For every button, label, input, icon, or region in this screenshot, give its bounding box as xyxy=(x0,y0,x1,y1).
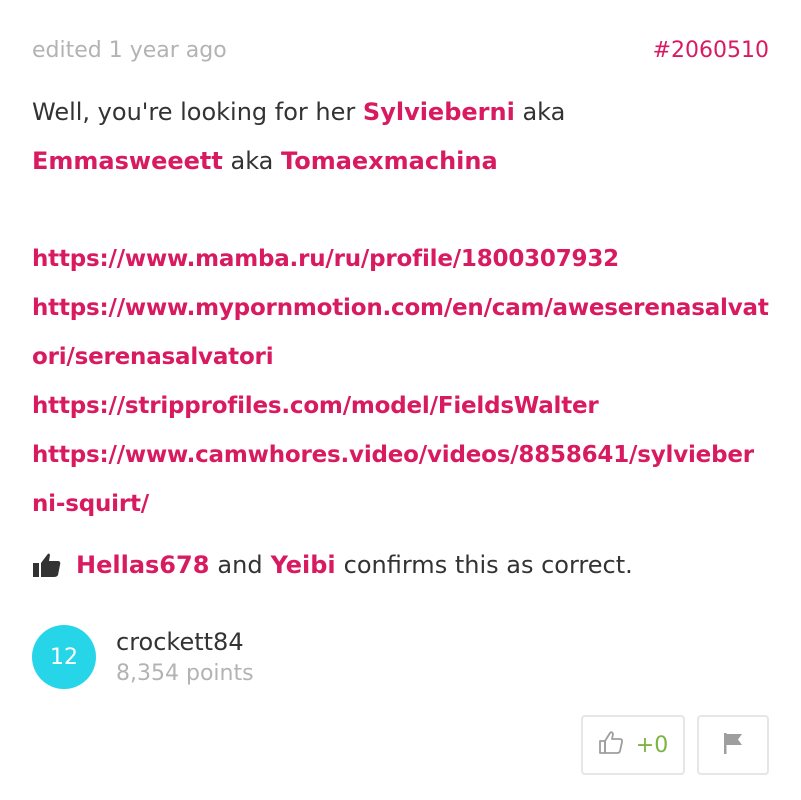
post-line-1: Well, you're looking for her Sylvieberni… xyxy=(32,88,769,137)
post-header: edited 1 year ago #2060510 xyxy=(32,33,769,67)
post-body: Well, you're looking for her Sylvieberni… xyxy=(32,88,769,529)
url-link-camwhores[interactable]: https://www.camwhores.video/videos/88586… xyxy=(32,431,769,529)
alias-link-tomaexmachina[interactable]: Tomaexmachina xyxy=(281,147,498,175)
url-link-mypornmotion[interactable]: https://www.mypornmotion.com/en/cam/awes… xyxy=(32,284,769,382)
confirm-text: confirms this as correct. xyxy=(343,551,633,579)
alias-link-sylvieberni[interactable]: Sylvieberni xyxy=(363,98,515,126)
thumbs-up-outline-icon xyxy=(598,730,624,760)
author-info: crockett84 8,354 points xyxy=(116,625,254,689)
confirmation-line: Hellas678 and Yeibi confirms this as cor… xyxy=(32,543,769,587)
url-link-mamba[interactable]: https://www.mamba.ru/ru/profile/18003079… xyxy=(32,235,769,284)
thumbs-up-icon xyxy=(32,551,62,579)
url-link-stripprofiles[interactable]: https://stripprofiles.com/model/FieldsWa… xyxy=(32,382,769,431)
and-text: and xyxy=(217,551,263,579)
flag-button[interactable] xyxy=(697,715,769,775)
author-points: 8,354 points xyxy=(116,661,254,686)
author-block: 12 crockett84 8,354 points xyxy=(32,625,254,689)
confirm-user-hellas678[interactable]: Hellas678 xyxy=(76,551,209,579)
edited-timestamp: edited 1 year ago xyxy=(32,37,227,63)
alias-link-emmasweeett[interactable]: Emmasweeett xyxy=(32,147,223,175)
aka-text: aka xyxy=(230,147,274,175)
post-line-2: Emmasweeett aka Tomaexmachina xyxy=(32,137,769,186)
intro-text: Well, you're looking for her xyxy=(32,98,356,126)
flag-icon xyxy=(720,730,746,760)
post-id-link[interactable]: #2060510 xyxy=(653,38,769,63)
upvote-button[interactable]: +0 xyxy=(581,715,685,775)
post-actions: +0 xyxy=(581,715,769,775)
aka-text: aka xyxy=(522,98,566,126)
confirm-user-yeibi[interactable]: Yeibi xyxy=(271,551,336,579)
author-name-link[interactable]: crockett84 xyxy=(116,625,254,659)
avatar[interactable]: 12 xyxy=(32,625,96,689)
vote-count: +0 xyxy=(635,732,669,758)
